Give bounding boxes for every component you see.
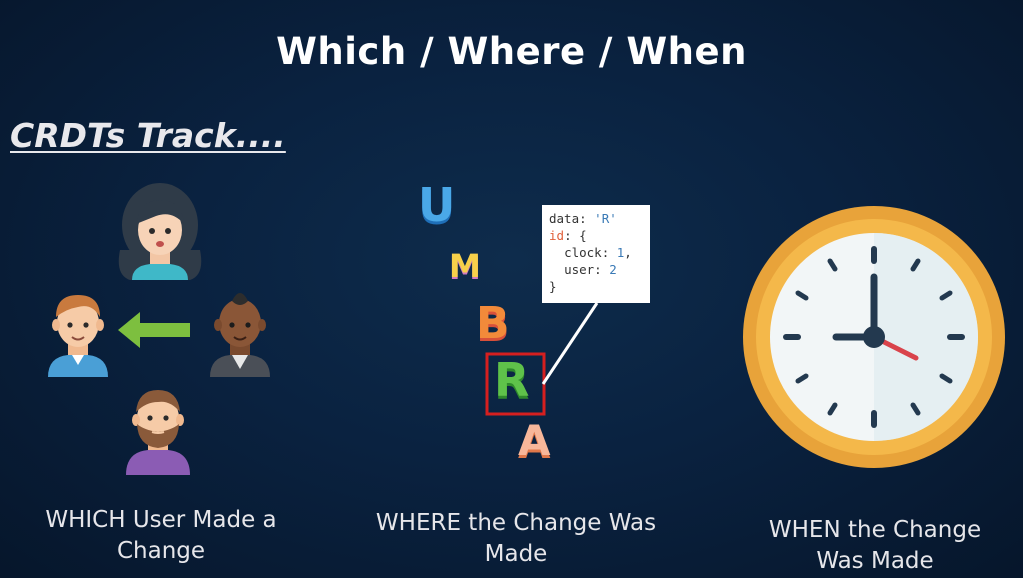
- code-data-key: data: [549, 211, 580, 226]
- code-clock-value: 1: [616, 245, 625, 260]
- code-open-brace: {: [579, 228, 587, 243]
- code-id-key: id: [549, 228, 565, 243]
- caption-which: WHICH User Made a Change: [45, 507, 277, 564]
- code-user-value: 2: [609, 262, 617, 277]
- code-clock-key: clock: [564, 245, 602, 260]
- connector-line: [541, 302, 599, 385]
- caption-where: WHERE the Change Was Made: [375, 510, 657, 567]
- letter-highlight-box: [485, 352, 546, 416]
- caption-when: WHEN the Change Was Made: [768, 517, 982, 574]
- clock-icon: [743, 206, 1005, 468]
- code-close-brace: }: [549, 279, 557, 294]
- code-snippet: data: 'R' id: { clock: 1, user: 2 }: [542, 205, 650, 303]
- code-user-key: user: [564, 262, 595, 277]
- code-data-value: 'R': [594, 211, 617, 226]
